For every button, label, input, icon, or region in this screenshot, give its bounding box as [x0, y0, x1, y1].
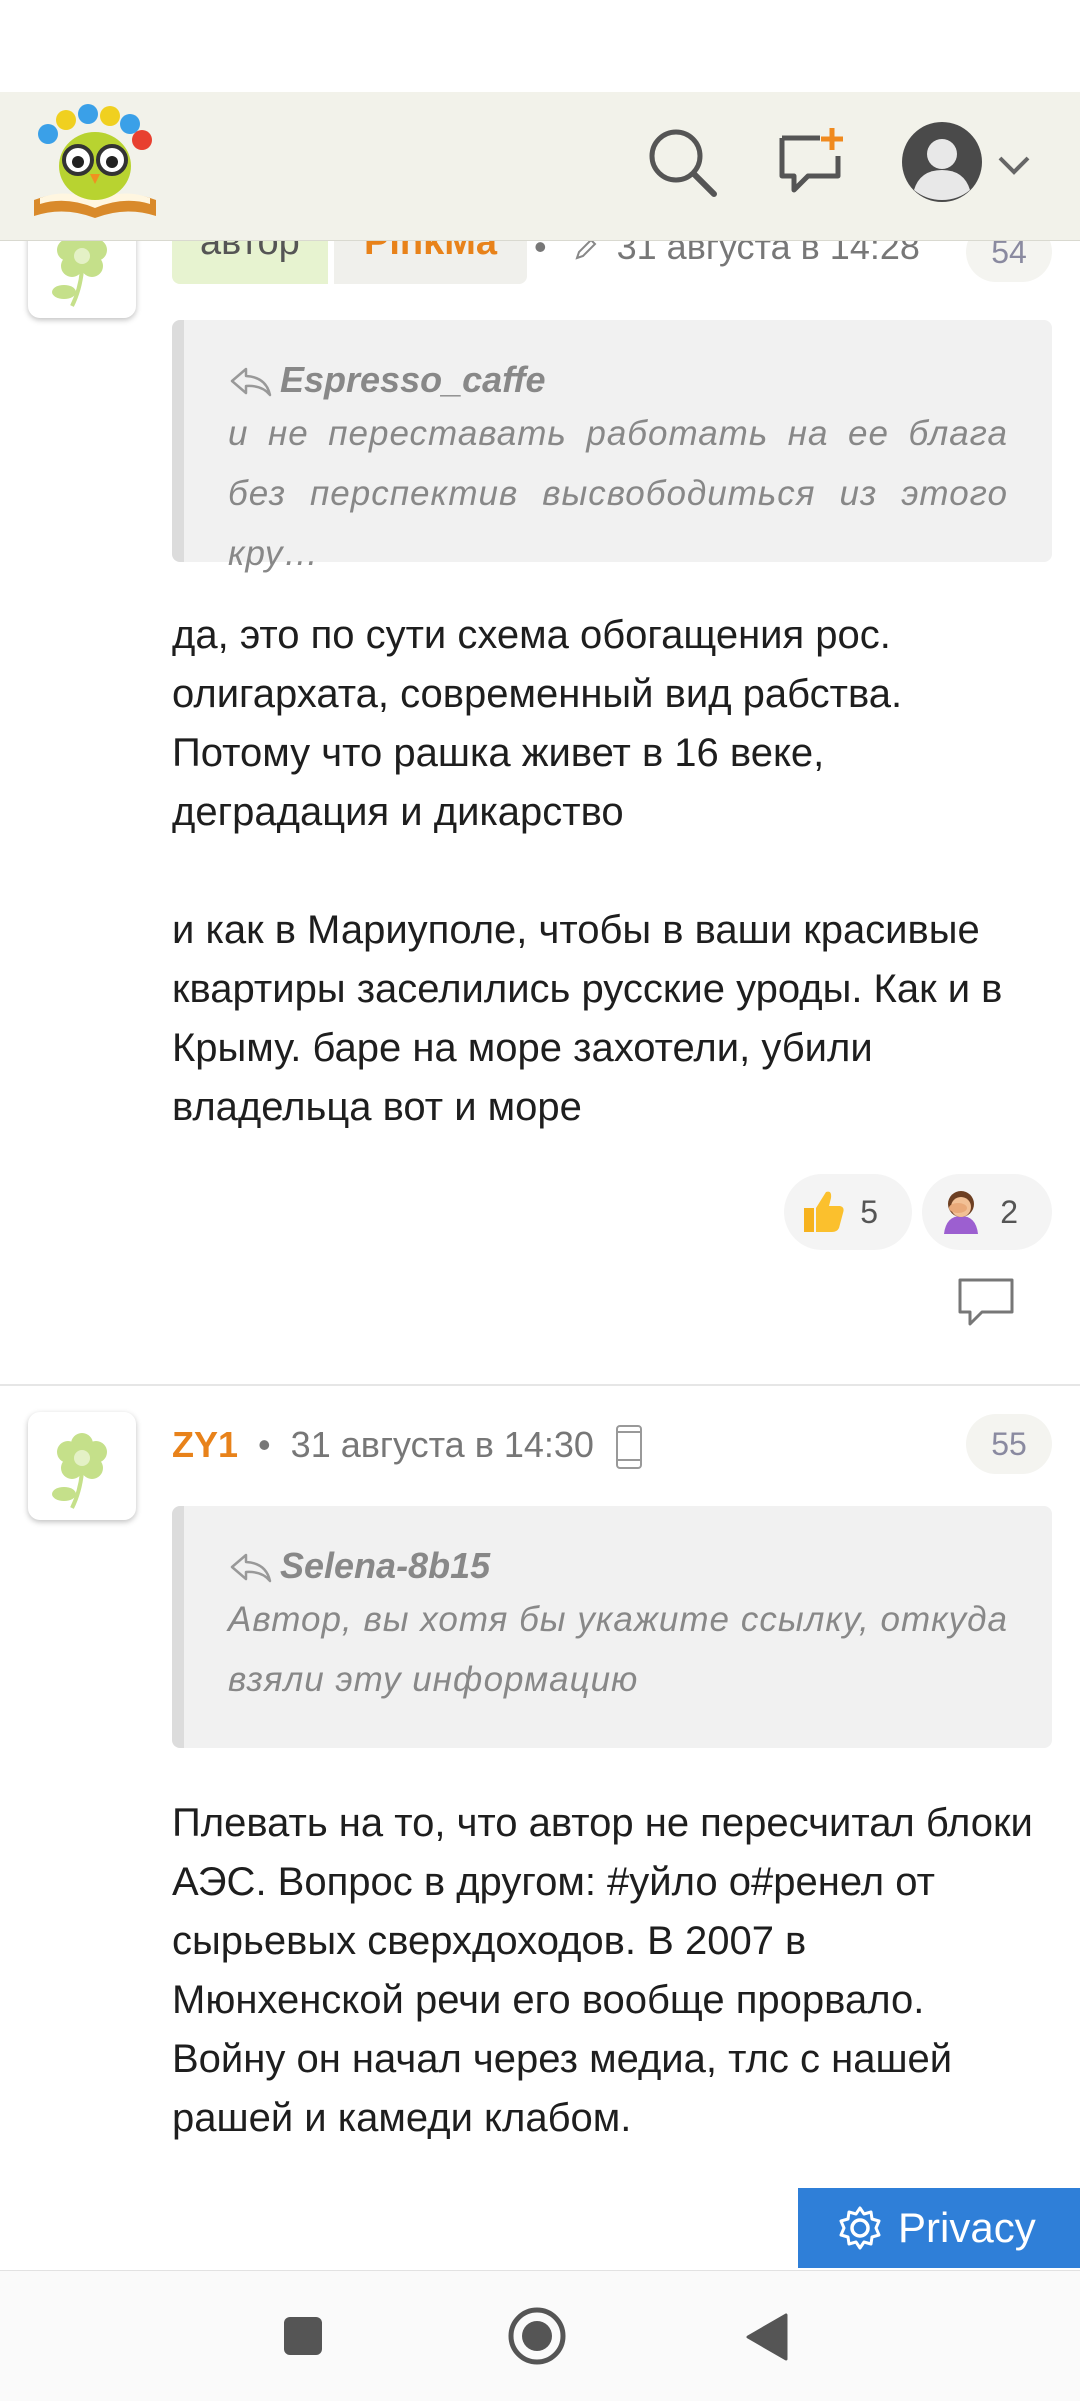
quote-author[interactable]: Espresso_caffe	[228, 356, 1008, 404]
back-triangle-icon[interactable]	[744, 2311, 790, 2363]
comments-feed[interactable]: автор PinkMa • 31 августа в 14:28 54 Esp…	[0, 0, 1080, 2400]
reply-arrow-icon	[230, 368, 272, 397]
recents-square-icon[interactable]	[282, 2315, 324, 2357]
comment-paragraph: Плевать на то, что автор не пересчитал б…	[172, 1801, 1033, 2140]
comment-time: 31 августа в 14:30	[290, 1424, 594, 1465]
home-circle-icon[interactable]	[506, 2305, 568, 2367]
meta-separator: •	[258, 1424, 271, 1465]
search-icon[interactable]	[646, 126, 720, 200]
comment-paragraph: да, это по сути схема обогащения рос. ол…	[172, 613, 903, 834]
comment-meta: ZY1 • 31 августа в 14:30	[172, 1424, 644, 1470]
app-header	[0, 92, 1080, 241]
quote-text: и не переставать работать на ее блага бе…	[228, 414, 1008, 573]
reaction-thumbs-up[interactable]: 5	[784, 1174, 912, 1250]
comment-number[interactable]: 55	[966, 1414, 1052, 1474]
user-avatar-icon[interactable]	[900, 120, 984, 204]
flower-icon	[52, 1433, 107, 1509]
quote-author-name: Espresso_caffe	[280, 359, 546, 400]
system-nav-bar	[0, 2270, 1080, 2401]
reaction-count: 5	[860, 1194, 878, 1230]
facepalm-icon	[944, 1191, 978, 1234]
comment-paragraph: и как в Мариуполе, чтобы в ваши красивые…	[172, 908, 1003, 1129]
comment-author-name[interactable]: ZY1	[172, 1424, 238, 1465]
comment-body: Плевать на то, что автор не пересчитал б…	[172, 1794, 1042, 2148]
chevron-down-icon[interactable]	[994, 150, 1034, 180]
quote-block[interactable]: Espresso_caffe и не переставать работать…	[172, 320, 1052, 573]
reaction-count: 2	[1000, 1194, 1018, 1230]
quote-block[interactable]: Selena-8b15 Автор, вы хотя бы укажите сс…	[172, 1506, 1052, 1748]
quote-text: Автор, вы хотя бы укажите ссылку, откуда…	[228, 1600, 1008, 1699]
owl-book-logo[interactable]	[30, 104, 160, 224]
privacy-label: Privacy	[898, 2204, 1036, 2251]
mobile-phone-icon	[615, 1425, 642, 1470]
comment-avatar[interactable]	[28, 1412, 136, 1520]
reaction-facepalm[interactable]: 2	[922, 1174, 1052, 1250]
reply-arrow-icon	[230, 1554, 272, 1583]
gear-icon	[839, 2206, 881, 2250]
paragraph-spacer	[172, 842, 1042, 901]
comment-divider	[0, 1384, 1080, 1386]
reply-comment-icon[interactable]	[956, 1276, 1016, 1330]
comment-body: да, это по сути схема обогащения рос. ол…	[172, 606, 1042, 1137]
thumbs-up-icon	[804, 1191, 844, 1232]
quote-author[interactable]: Selena-8b15	[228, 1542, 1008, 1590]
new-message-plus-icon[interactable]	[776, 126, 850, 200]
privacy-button[interactable]: Privacy	[798, 2188, 1080, 2268]
quote-author-name: Selena-8b15	[280, 1545, 491, 1586]
